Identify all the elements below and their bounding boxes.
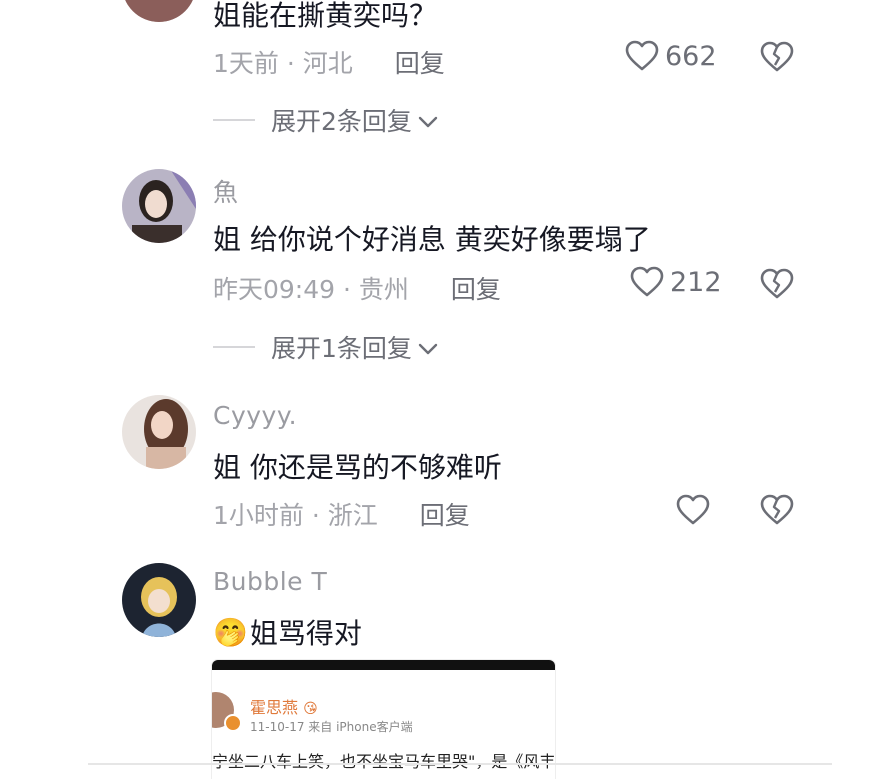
chevron-down-icon [412, 106, 438, 135]
avatar[interactable] [122, 395, 196, 469]
avatar[interactable] [122, 563, 196, 637]
comment-time-location: 昨天09:49 · 贵州 [213, 275, 409, 304]
broken-heart-icon [760, 41, 794, 73]
like-button[interactable]: 662 [625, 40, 717, 72]
comment-image[interactable]: 霍思燕 😘 11-10-17 来自 iPhone客户端 宁坐二八车上笑，也不坐宝… [212, 660, 555, 779]
comment-meta: 昨天09:49 · 贵州 回复 [213, 270, 501, 306]
like-button[interactable] [676, 494, 716, 526]
comment-text: 姐 你还是骂的不够难听 [213, 451, 502, 484]
comment-username[interactable]: Bubble T [213, 567, 327, 596]
dislike-button[interactable] [760, 41, 794, 73]
expand-replies-button[interactable]: 展开1条回复 [213, 329, 438, 365]
comment-meta: 1天前 · 河北 回复 [213, 44, 445, 80]
expand-replies-label: 展开2条回复 [271, 107, 412, 136]
like-count: 212 [670, 266, 722, 298]
comment-username[interactable]: 魚 [213, 173, 239, 209]
divider-line [213, 346, 255, 348]
divider-line [213, 119, 255, 121]
avatar[interactable] [122, 169, 196, 243]
dislike-button[interactable] [760, 268, 794, 300]
expand-replies-button[interactable]: 展开2条回复 [213, 102, 438, 138]
comment-meta: 1小时前 · 浙江 回复 [213, 496, 470, 532]
card-body-text: 宁坐二八车上笑，也不坐宝马车里哭"，是《风丰 [212, 752, 555, 771]
like-count: 662 [665, 40, 717, 72]
expand-replies-label: 展开1条回复 [271, 334, 412, 363]
heart-icon [625, 40, 659, 72]
chevron-down-icon [412, 333, 438, 362]
card-badge-emoji: 😘 [303, 701, 318, 717]
avatar[interactable] [122, 0, 196, 22]
emoji: 🤭 [213, 615, 248, 649]
verified-badge [224, 714, 242, 732]
comment-text-content: 姐骂得对 [249, 617, 362, 650]
comment-time-location: 1天前 · 河北 [213, 49, 353, 78]
broken-heart-icon [760, 268, 794, 300]
card-date-source: 11-10-17 来自 iPhone客户端 [250, 720, 413, 734]
reply-button[interactable]: 回复 [395, 49, 445, 78]
comment-text: 姐能在撕黄奕吗？ [213, 0, 438, 32]
comment-username[interactable]: Cyyyy. [213, 401, 297, 430]
card-author-row: 霍思燕 😘 [250, 694, 318, 718]
heart-icon [630, 266, 664, 298]
comment-text: 姐 给你说个好消息 黄奕好像要塌了 [213, 223, 651, 256]
reply-button[interactable]: 回复 [420, 501, 470, 530]
dislike-button[interactable] [760, 494, 794, 526]
comment-text: 🤭 姐骂得对 [213, 612, 362, 652]
card-author-name: 霍思燕 [250, 698, 299, 717]
heart-icon [676, 494, 710, 526]
like-button[interactable]: 212 [630, 266, 722, 298]
comment-time-location: 1小时前 · 浙江 [213, 501, 378, 530]
reply-button[interactable]: 回复 [451, 275, 501, 304]
divider-line [88, 763, 832, 765]
broken-heart-icon [760, 494, 794, 526]
